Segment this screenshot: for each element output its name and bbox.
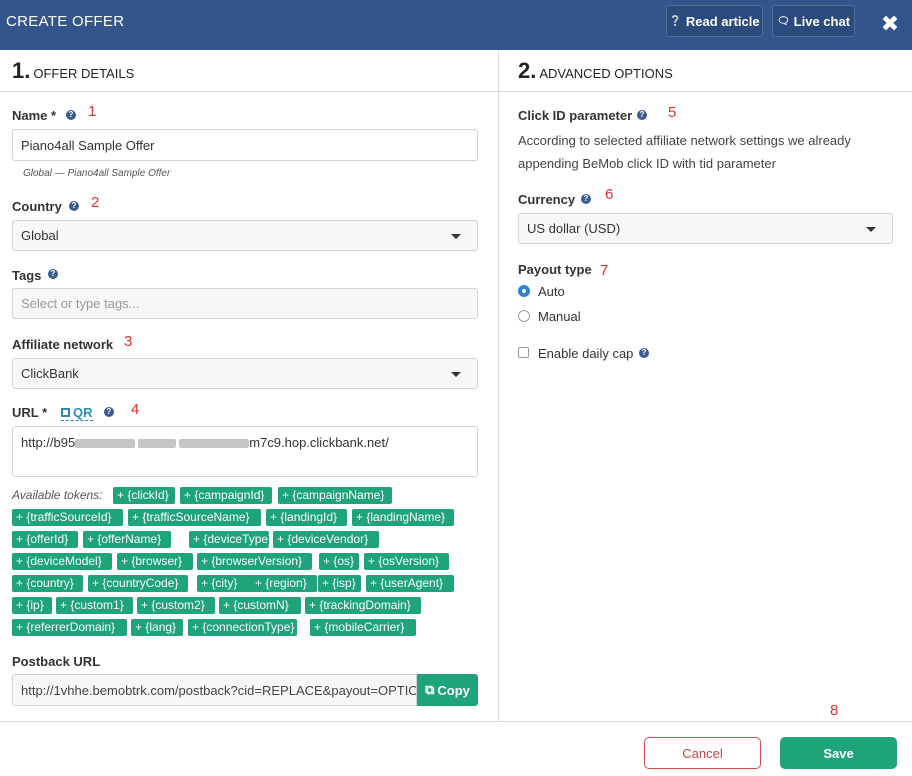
currency-select[interactable]: US dollar (USD) [518,213,893,244]
annotation-1: 1 [88,103,97,120]
payout-manual-radio[interactable] [518,310,530,322]
token-chip[interactable]: + {deviceModel} [12,553,112,570]
token-chip[interactable]: + {os} [319,553,359,570]
token-chip[interactable]: + {custom2} [137,597,215,614]
name-hint: Global — Piano4all Sample Offer [23,168,171,179]
token-chip[interactable]: + {browserVersion} [197,553,312,570]
affiliate-network-label: Affiliate network [12,337,114,352]
footer-divider [0,721,912,722]
token-chip[interactable]: + {region} [251,575,317,592]
token-chip[interactable]: + {campaignName} [278,487,392,504]
postback-url-label: Postback URL [12,654,101,669]
divider [499,91,912,92]
token-chip[interactable]: + {trafficSourceName} [128,509,261,526]
offer-details-heading: 1. OFFER DETAILS [12,58,135,83]
token-chip[interactable]: + {connectionType} [188,619,297,636]
question-icon: ❔ [669,15,682,27]
daily-cap-label: Enable daily cap [538,346,634,361]
token-chip[interactable]: + {userAgent} [366,575,454,592]
token-chip[interactable]: + {country} [12,575,83,592]
annotation-6: 6 [605,186,614,203]
postback-url-field[interactable]: http://1vhhe.bemobtrk.com/postback?cid=R… [12,674,417,706]
token-chip[interactable]: + {referrerDomain} [12,619,127,636]
help-icon[interactable]: ? [69,201,79,211]
token-chip[interactable]: + {deviceType} [189,531,272,548]
token-chip[interactable]: + {city} [197,575,256,592]
read-article-button[interactable]: ❔ Read article [666,5,763,37]
tags-input[interactable]: Select or type tags... [12,288,478,319]
affiliate-network-select[interactable]: ClickBank [12,358,478,389]
payout-auto-label: Auto [538,284,565,299]
live-chat-button[interactable]: 🗨 Live chat [772,5,855,37]
help-icon[interactable]: ? [639,348,649,358]
annotation-4: 4 [131,401,140,418]
country-label: Country [12,199,62,214]
annotation-3: 3 [124,333,133,350]
help-icon[interactable]: ? [637,110,647,120]
token-chip[interactable]: + {browser} [117,553,193,570]
qr-link[interactable]: QR [61,405,93,421]
help-icon[interactable]: ? [104,407,114,417]
payout-auto-radio[interactable] [518,285,530,297]
daily-cap-checkbox[interactable] [518,347,529,358]
click-id-label: Click ID parameter [518,108,633,123]
click-id-description: According to selected affiliate network … [518,133,851,148]
annotation-8: 8 [830,702,839,719]
tags-label: Tags [12,268,42,283]
column-divider [498,50,499,722]
close-icon[interactable]: ✖ [874,9,906,39]
annotation-2: 2 [91,194,100,211]
url-label: URL * [12,405,48,420]
token-chip[interactable]: + {customN} [219,597,301,614]
qr-code-icon [61,408,70,417]
payout-type-label: Payout type [518,262,592,277]
live-chat-label: Live chat [793,13,851,29]
annotation-7: 7 [600,262,609,279]
currency-label: Currency [518,192,576,207]
tokens-label: Available tokens: [12,488,103,502]
token-chip[interactable]: + {campaignId} [180,487,272,504]
redacted-text [179,439,250,449]
token-chip[interactable]: + {trackingDomain} [305,597,421,614]
chevron-down-icon [866,227,876,232]
token-chip[interactable]: + {offerName} [83,531,171,548]
save-button[interactable]: Save [780,737,897,769]
url-textarea[interactable]: http://b95 m7c9.hop.clickbank.net/ [12,426,478,477]
token-chip[interactable]: + {lang} [131,619,183,636]
token-chip[interactable]: + {clickId} [113,487,175,504]
token-chip[interactable]: + {landingName} [352,509,454,526]
redacted-text [138,439,177,449]
copy-button[interactable]: ⧉ Copy [417,674,478,706]
modal-header: CREATE OFFER ❔ Read article 🗨 Live chat … [0,0,912,50]
click-id-description: appending BeMob click ID with tid parame… [518,156,776,171]
token-chip[interactable]: + {custom1} [56,597,133,614]
country-select[interactable]: Global [12,220,478,251]
payout-manual-label: Manual [538,309,581,324]
token-chip[interactable]: + {osVersion} [364,553,449,570]
chat-bubble-icon: 🗨 [776,15,790,27]
modal-title: CREATE OFFER [6,13,125,30]
token-chip[interactable]: + {deviceVendor} [273,531,379,548]
copy-icon: ⧉ [425,682,435,697]
help-icon[interactable]: ? [48,269,58,279]
advanced-options-heading: 2. ADVANCED OPTIONS [518,58,673,83]
name-input[interactable]: Piano4all Sample Offer [12,129,478,161]
token-chip[interactable]: + {trafficSourceId} [12,509,123,526]
read-article-label: Read article [685,13,760,29]
cancel-button[interactable]: Cancel [644,737,761,769]
help-icon[interactable]: ? [581,194,591,204]
token-chip[interactable]: + {landingId} [266,509,347,526]
token-chip[interactable]: + {mobileCarrier} [310,619,416,636]
chevron-down-icon [451,372,461,377]
redacted-text [75,439,136,449]
token-chip[interactable]: + {countryCode} [88,575,188,592]
help-icon[interactable]: ? [66,110,76,120]
token-chip[interactable]: + {offerId} [12,531,78,548]
annotation-5: 5 [668,104,677,121]
divider [0,91,498,92]
chevron-down-icon [451,234,461,239]
token-chip[interactable]: + {ip} [12,597,52,614]
token-chip[interactable]: + {isp} [318,575,361,592]
name-label: Name * [12,108,57,123]
